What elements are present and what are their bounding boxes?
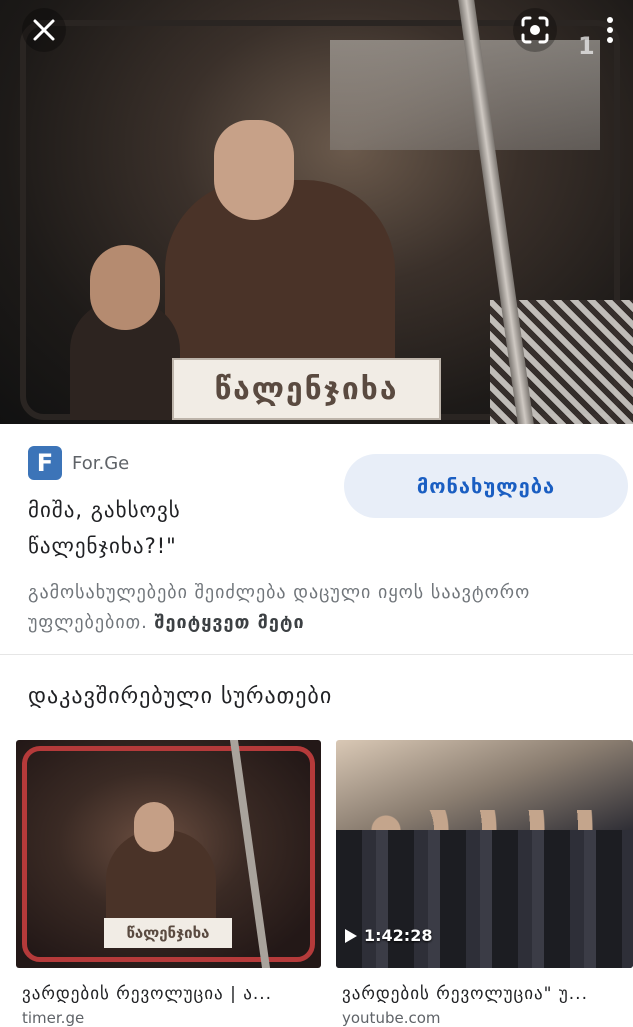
related-caption-1[interactable]: ვარდების რევოლუცია | ა... bbox=[22, 984, 322, 1004]
close-button[interactable] bbox=[22, 8, 66, 52]
close-icon bbox=[33, 19, 55, 41]
more-options-button[interactable] bbox=[590, 8, 630, 52]
main-image[interactable]: წალენჯიხა bbox=[0, 0, 633, 424]
copyright-notice: გამოსახულებები შეიძლება დაცული იყოს საავ… bbox=[28, 578, 588, 638]
video-duration: 1:42:28 bbox=[344, 926, 432, 945]
channel-watermark: 1 bbox=[578, 32, 595, 60]
divider bbox=[0, 654, 633, 655]
related-image-1[interactable]: წალენჯიხა bbox=[16, 740, 321, 968]
thumb-sign: წალენჯიხა bbox=[104, 918, 232, 948]
visit-button[interactable]: მონახულება bbox=[344, 454, 628, 518]
duration-text: 1:42:28 bbox=[364, 926, 433, 945]
play-icon bbox=[345, 928, 357, 943]
central-person-head bbox=[214, 120, 294, 220]
thumb-crowd bbox=[336, 830, 633, 968]
google-lens-button[interactable] bbox=[513, 8, 557, 52]
related-images-heading: დაკავშირებული სურათები bbox=[28, 684, 333, 709]
google-lens-icon bbox=[521, 16, 549, 44]
result-title[interactable]: მიშა, გახსოვს წალენჯიხა?!" bbox=[28, 492, 318, 564]
source-name: For.Ge bbox=[72, 452, 130, 474]
left-person-head bbox=[90, 245, 160, 330]
result-source[interactable]: F For.Ge bbox=[28, 446, 129, 480]
site-favicon: F bbox=[28, 446, 62, 480]
thumb-person-head bbox=[134, 802, 174, 852]
bus-destination-sign: წალენჯიხა bbox=[172, 358, 441, 420]
learn-more-link[interactable]: შეიტყვეთ მეტი bbox=[155, 612, 305, 633]
related-caption-2[interactable]: ვარდების რევოლუცია" უ... bbox=[342, 984, 628, 1004]
more-vert-icon bbox=[607, 17, 613, 43]
related-source-1: timer.ge bbox=[22, 1009, 85, 1027]
related-source-2: youtube.com bbox=[342, 1009, 441, 1027]
